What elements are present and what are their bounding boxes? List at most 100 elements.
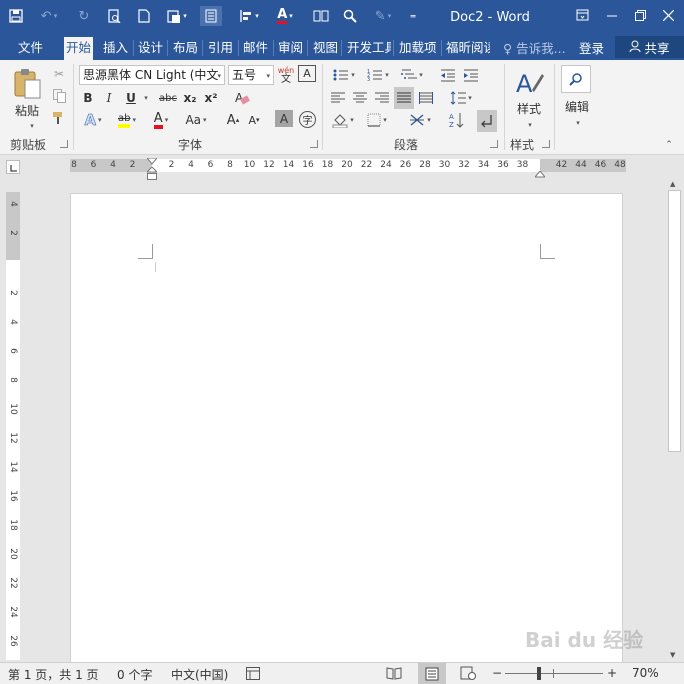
font-color-button[interactable]: A ▾	[146, 110, 176, 130]
shading-icon[interactable]: ▾	[329, 110, 357, 130]
web-layout-icon[interactable]	[460, 666, 476, 683]
paragraph-launcher-icon[interactable]	[490, 140, 498, 148]
strikethrough-button[interactable]: abc	[157, 88, 179, 108]
undo-icon[interactable]: ↶ ▾	[34, 6, 64, 26]
distributed-icon[interactable]	[417, 88, 435, 108]
align-right-icon[interactable]	[373, 88, 391, 108]
document-page[interactable]	[70, 193, 623, 663]
save-icon[interactable]	[6, 6, 26, 26]
paste-large-icon[interactable]	[10, 66, 44, 102]
page-count[interactable]: 第 1 页，共 1 页	[8, 666, 99, 683]
align-center-icon[interactable]	[351, 88, 369, 108]
show-hide-marks-icon[interactable]	[477, 110, 497, 132]
clipboard-launcher-icon[interactable]	[60, 140, 68, 148]
tab-review[interactable]: 审阅	[276, 37, 305, 60]
scroll-up-icon[interactable]: ▲	[670, 180, 675, 188]
line-spacing-icon[interactable]: ▾	[447, 88, 475, 108]
editing-dropdown-icon[interactable]: ▾	[570, 113, 584, 133]
tab-references[interactable]: 引用	[206, 37, 235, 60]
scrollbar-thumb[interactable]	[668, 190, 681, 452]
phonetic-guide-icon[interactable]: wén 文	[277, 65, 295, 85]
tab-selector-icon[interactable]	[6, 160, 20, 174]
italic-button[interactable]: I	[101, 88, 117, 108]
macro-icon[interactable]	[246, 667, 260, 683]
underline-dropdown-icon[interactable]: ▾	[140, 88, 150, 108]
copy-icon[interactable]	[50, 86, 68, 106]
right-indent-marker[interactable]	[533, 167, 547, 181]
scroll-down-icon[interactable]: ▼	[670, 651, 675, 659]
decrease-indent-icon[interactable]	[438, 65, 458, 85]
zoom-slider[interactable]	[505, 673, 603, 674]
columns-icon[interactable]	[310, 6, 332, 26]
sign-in-link[interactable]: 登录	[579, 38, 604, 57]
character-border-icon[interactable]: A	[298, 65, 316, 82]
increase-indent-icon[interactable]	[461, 65, 481, 85]
zoom-slider-thumb[interactable]	[537, 667, 541, 680]
shrink-font-button[interactable]: A ▾	[246, 110, 262, 130]
tab-home[interactable]: 开始	[64, 37, 94, 60]
underline-button[interactable]: U	[123, 88, 139, 108]
print-layout-icon[interactable]	[418, 663, 446, 684]
close-icon[interactable]	[656, 4, 680, 26]
grow-font-button[interactable]: A ▴	[225, 110, 241, 130]
zoom-in-button[interactable]: +	[607, 666, 617, 680]
sort-icon[interactable]: AZ	[447, 110, 467, 130]
customize-icon[interactable]: ═	[406, 6, 420, 26]
tab-design[interactable]: 设计	[136, 37, 165, 60]
change-case-button[interactable]: Aa ▾	[181, 110, 211, 130]
draw-icon[interactable]: ✎ ▾	[368, 6, 398, 26]
subscript-button[interactable]: x₂	[181, 88, 199, 108]
layout-icon[interactable]	[200, 6, 222, 26]
font-size-select[interactable]: 五号 ▾	[228, 65, 274, 85]
zoom-out-button[interactable]: −	[492, 666, 502, 680]
styles-launcher-icon[interactable]	[542, 140, 550, 148]
bold-button[interactable]: B	[80, 88, 96, 108]
new-doc-icon[interactable]	[134, 6, 154, 26]
language-indicator[interactable]: 中文(中国)	[171, 666, 228, 683]
superscript-button[interactable]: x²	[202, 88, 220, 108]
format-painter-icon[interactable]	[50, 108, 68, 128]
paste-icon[interactable]: ▾	[162, 6, 192, 26]
align-icon[interactable]: ▾	[234, 6, 264, 26]
tell-me-box[interactable]: ♀ 告诉我...	[503, 38, 566, 57]
styles-dropdown-icon[interactable]: ▾	[522, 115, 536, 135]
clear-formatting-icon[interactable]: A	[232, 88, 252, 108]
paste-dropdown-icon[interactable]: ▾	[24, 116, 38, 136]
editing-icon[interactable]	[561, 65, 591, 93]
tab-mailings[interactable]: 邮件	[241, 37, 270, 60]
read-mode-icon[interactable]	[386, 666, 402, 683]
bullets-icon[interactable]: ▾	[330, 65, 358, 85]
tab-layout[interactable]: 布局	[171, 37, 200, 60]
font-name-select[interactable]: 思源黑体 CN Light (中文 ▾	[79, 65, 225, 85]
borders-icon[interactable]: ▾	[363, 110, 391, 130]
find-icon[interactable]	[340, 6, 360, 26]
highlight-button[interactable]: ab ▾	[112, 110, 142, 130]
print-preview-icon[interactable]	[104, 6, 124, 26]
tab-addins[interactable]: 加载项	[397, 37, 439, 60]
tab-file[interactable]: 文件	[16, 37, 45, 60]
zoom-level[interactable]: 70%	[632, 666, 659, 680]
minimize-icon[interactable]	[600, 4, 624, 26]
word-count[interactable]: 0 个字	[117, 666, 152, 683]
cut-icon[interactable]: ✂	[50, 64, 68, 84]
tab-developer[interactable]: 开发工具	[345, 37, 391, 60]
collapse-ribbon-icon[interactable]: ⌃	[662, 135, 676, 155]
text-effects-button[interactable]: A ▾	[80, 110, 106, 130]
tab-foxit[interactable]: 福昕阅读	[444, 37, 490, 60]
justify-icon[interactable]	[394, 87, 414, 109]
tab-insert[interactable]: 插入	[101, 37, 130, 60]
font-color-icon[interactable]: A ▾	[270, 6, 300, 26]
restore-icon[interactable]	[628, 4, 652, 26]
numbering-icon[interactable]: 1 2 3 ▾	[364, 65, 392, 85]
share-button[interactable]: 共享	[615, 36, 684, 58]
align-left-icon[interactable]	[329, 88, 347, 108]
redo-icon[interactable]: ↻	[74, 6, 94, 26]
hanging-indent-marker[interactable]	[145, 166, 159, 184]
tab-view[interactable]: 视图	[311, 37, 340, 60]
ribbon-display-icon[interactable]	[570, 4, 594, 26]
font-launcher-icon[interactable]	[310, 140, 318, 148]
enclose-characters-button[interactable]: 字	[299, 111, 316, 128]
styles-icon[interactable]: A	[512, 66, 546, 100]
multilevel-list-icon[interactable]: ▾	[398, 65, 426, 85]
chinese-layout-icon[interactable]: ▾	[405, 110, 435, 130]
